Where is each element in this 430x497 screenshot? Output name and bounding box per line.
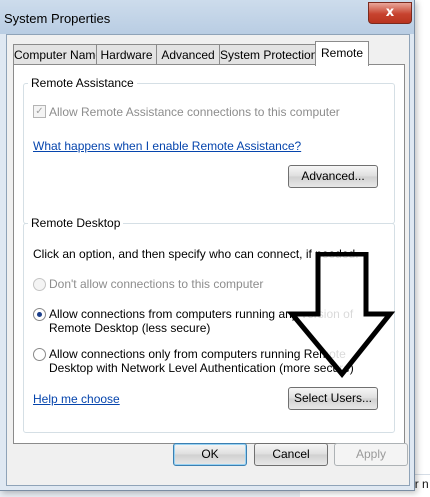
apply-button-label: Apply [355,447,387,461]
advanced-button-label: Advanced... [301,169,365,183]
tab-label: Advanced [161,48,215,62]
remote-assistance-help-link[interactable]: What happens when I enable Remote Assist… [33,139,301,153]
dont-allow-label: Don't allow connections to this computer [49,277,264,291]
select-users-button-label: Select Users... [293,391,373,405]
radio-selected-dot [37,312,42,317]
allow-remote-assistance-label: Allow Remote Assistance connections to t… [49,105,340,119]
title-bar[interactable]: System Properties x [0,0,414,34]
apply-button[interactable]: Apply [334,443,408,466]
ok-button[interactable]: OK [173,443,247,466]
tab-label: System Protection [220,48,318,62]
tab-computer-name[interactable]: Computer Name [13,44,102,65]
advanced-button[interactable]: Advanced... [288,165,378,188]
select-users-button[interactable]: Select Users... [288,387,378,410]
cancel-button-label: Cancel [272,447,310,461]
tab-label: Computer Name [14,48,103,62]
ok-button-label: OK [201,447,219,461]
allow-nla-only-radio[interactable] [33,348,46,361]
checkmark-icon: ✓ [35,106,44,117]
cancel-button[interactable]: Cancel [254,443,328,466]
tab-hardware[interactable]: Hardware [96,44,157,65]
close-button[interactable]: x [368,2,412,24]
tab-label: Remote [320,46,364,60]
close-icon: x [385,5,395,20]
tab-advanced[interactable]: Advanced [156,44,220,65]
tab-system-protection[interactable]: System Protection [219,44,317,65]
down-arrow-annotation-icon [286,252,396,378]
remote-desktop-title: Remote Desktop [28,216,124,230]
tab-label: Hardware [100,48,153,62]
remote-assistance-title: Remote Assistance [28,76,137,90]
tab-remote[interactable]: Remote [315,41,369,66]
allow-any-version-radio[interactable] [33,308,46,321]
window-title: System Properties [4,11,111,26]
help-me-choose-link[interactable]: Help me choose [33,392,120,406]
dont-allow-radio[interactable] [33,278,46,291]
allow-any-version-label-line2: Remote Desktop (less secure) [49,321,211,335]
allow-remote-assistance-checkbox[interactable]: ✓ [33,105,46,118]
system-properties-window: System Properties x Computer Name Hardwa… [0,0,415,491]
